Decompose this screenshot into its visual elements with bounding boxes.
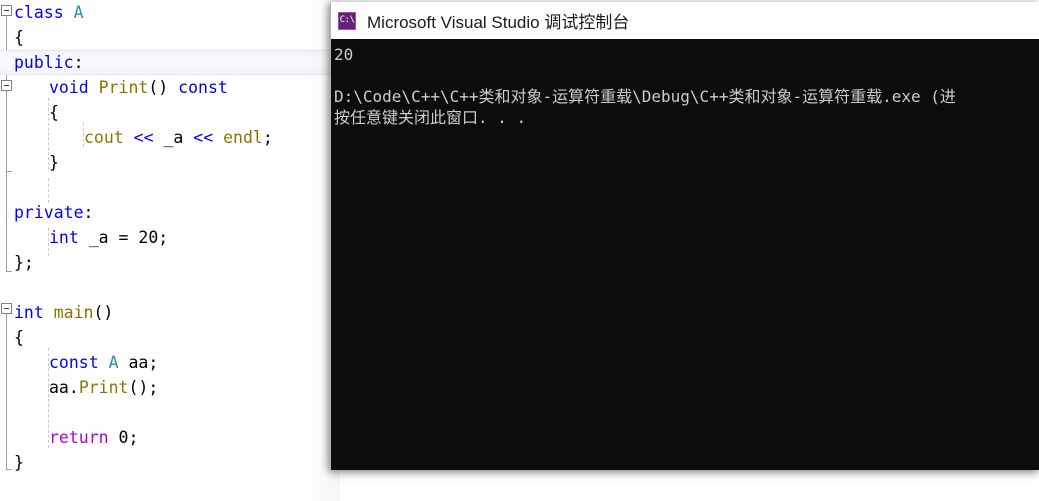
code-token: int: [14, 303, 54, 322]
code-token: ;: [128, 428, 139, 447]
code-token: ;: [262, 128, 273, 147]
code-line[interactable]: {: [0, 100, 330, 125]
code-line-text: aa.Print();: [49, 375, 158, 400]
code-line[interactable]: cout << _a << endl;: [0, 125, 330, 150]
code-token: <<: [133, 128, 164, 147]
code-line-text: class A: [14, 0, 84, 25]
code-line[interactable]: }: [0, 450, 330, 475]
code-token: aa;: [128, 353, 159, 372]
code-token: const: [49, 353, 109, 372]
code-line[interactable]: {: [0, 325, 330, 350]
code-token: (): [93, 303, 114, 322]
code-token: (): [148, 78, 179, 97]
code-token: ();: [128, 378, 159, 397]
code-line-text: int _a = 20;: [49, 225, 168, 250]
code-line[interactable]: int main(): [0, 300, 330, 325]
console-output-area[interactable]: 20 D:\Code\C++\C++类和对象-运算符重载\Debug\C++类和对…: [331, 39, 1039, 470]
console-line: 20: [334, 45, 354, 64]
code-token: _a: [163, 128, 194, 147]
code-line[interactable]: private:: [0, 200, 330, 225]
code-token: public: [14, 53, 74, 72]
code-line-text: void Print() const: [49, 75, 228, 100]
code-line[interactable]: aa.Print();: [0, 375, 330, 400]
code-token: private: [14, 203, 84, 222]
code-token: const: [178, 78, 228, 97]
code-line-text: {: [49, 100, 59, 125]
code-token: };: [14, 253, 34, 272]
code-line[interactable]: class A: [0, 0, 330, 25]
console-line: 按任意键关闭此窗口. . .: [334, 108, 527, 127]
code-line[interactable]: void Print() const: [0, 75, 330, 100]
code-line[interactable]: }: [0, 150, 330, 175]
code-line[interactable]: [0, 175, 330, 200]
console-window-title: Microsoft Visual Studio 调试控制台: [367, 13, 630, 32]
code-token: Print: [78, 378, 129, 397]
code-line[interactable]: [0, 400, 330, 425]
code-token: aa.: [49, 378, 79, 397]
code-token: void: [49, 78, 99, 97]
code-token: 20: [138, 228, 159, 247]
console-title-bar[interactable]: C:\ Microsoft Visual Studio 调试控制台: [331, 2, 1039, 39]
code-line-text: int main(): [14, 300, 113, 325]
code-token: endl: [223, 128, 263, 147]
code-line-text: {: [14, 25, 24, 50]
console-line: D:\Code\C++\C++类和对象-运算符重载\Debug\C++类和对象-…: [334, 87, 956, 106]
code-line[interactable]: };: [0, 250, 330, 275]
code-line-text: }: [14, 450, 24, 475]
code-token: {: [14, 328, 24, 347]
code-line-text: };: [14, 250, 34, 275]
code-token: 0: [118, 428, 129, 447]
code-token: ;: [158, 228, 169, 247]
code-line[interactable]: public:: [0, 50, 330, 75]
code-token: {: [49, 103, 59, 122]
code-token: main: [53, 303, 94, 322]
code-token: :: [83, 203, 94, 222]
code-line[interactable]: {: [0, 25, 330, 50]
code-line-text: cout << _a << endl;: [84, 125, 273, 150]
code-token: }: [49, 153, 59, 172]
code-line-text: {: [14, 325, 24, 350]
code-line[interactable]: int _a = 20;: [0, 225, 330, 250]
code-line-text: private:: [14, 200, 93, 225]
code-token: _a =: [88, 228, 139, 247]
code-token: Print: [98, 78, 149, 97]
code-token: int: [49, 228, 89, 247]
debug-console-window[interactable]: C:\ Microsoft Visual Studio 调试控制台 20 D:\C…: [330, 2, 1039, 470]
console-app-icon: C:\: [338, 11, 356, 30]
code-token: :: [73, 53, 84, 72]
code-line-text: }: [49, 150, 59, 175]
code-token: return: [49, 428, 119, 447]
code-line[interactable]: const A aa;: [0, 350, 330, 375]
code-line-text: public:: [14, 50, 84, 75]
code-token: }: [14, 453, 24, 472]
code-line-text: const A aa;: [49, 350, 158, 375]
code-line[interactable]: [0, 275, 330, 300]
code-token: {: [14, 28, 24, 47]
code-token: cout: [84, 128, 134, 147]
code-token: class: [14, 3, 74, 22]
code-token: A: [73, 3, 84, 22]
code-text-area[interactable]: class A{public: void Print() const{cout <…: [0, 0, 330, 501]
code-token: <<: [193, 128, 224, 147]
code-line-text: return 0;: [49, 425, 138, 450]
code-token: A: [108, 353, 129, 372]
code-line[interactable]: return 0;: [0, 425, 330, 450]
